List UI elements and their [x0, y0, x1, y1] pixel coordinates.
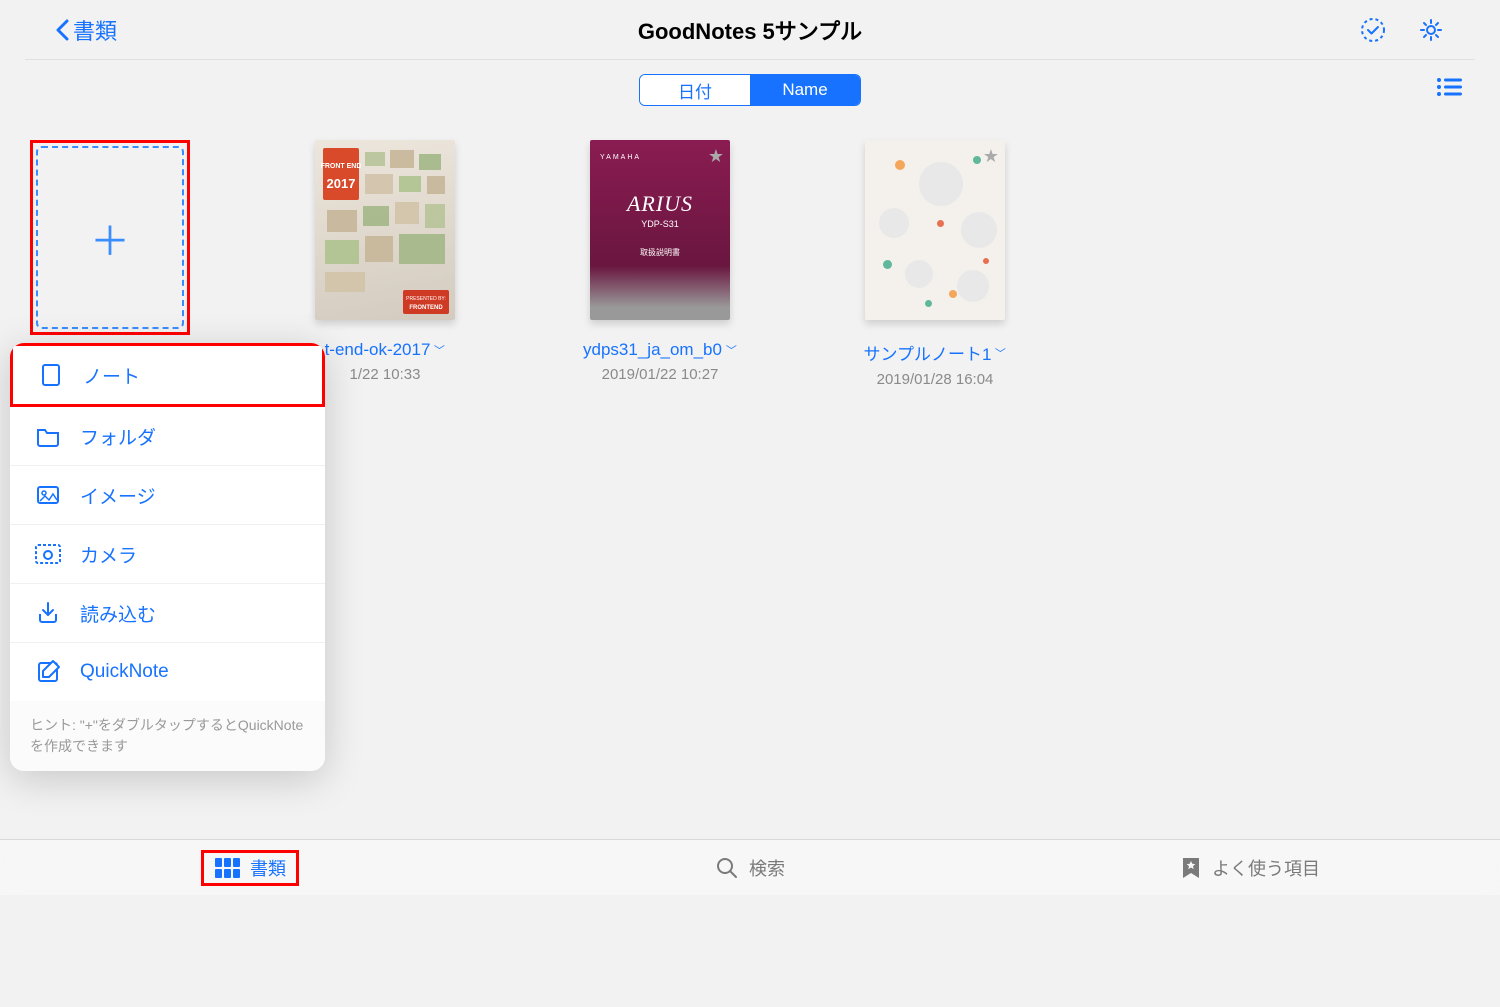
tab-label: 書類	[250, 855, 286, 881]
document-date: 2019/01/28 16:04	[877, 371, 994, 388]
import-icon	[34, 599, 62, 627]
chevron-down-icon: 〉	[723, 345, 739, 356]
menu-label: 読み込む	[80, 600, 156, 627]
bookmark-star-icon	[1180, 856, 1202, 880]
list-view-button[interactable]	[1436, 76, 1462, 105]
quicknote-icon	[34, 658, 62, 686]
folder-icon	[34, 422, 62, 450]
cover-sub: YDP-S31	[641, 219, 679, 229]
dashed-check-icon	[1360, 17, 1386, 43]
new-item-button[interactable]: ＋	[36, 146, 184, 329]
svg-text:PRESENTED BY:: PRESENTED BY:	[406, 296, 446, 302]
sort-date[interactable]: 日付	[640, 75, 750, 105]
tab-label: よく使う項目	[1212, 855, 1320, 881]
menu-note[interactable]: ノート	[10, 343, 325, 407]
svg-text:FRONTEND: FRONTEND	[409, 305, 443, 311]
star-icon: ★	[983, 146, 999, 167]
select-button[interactable]	[1359, 16, 1387, 44]
grid-item: FRONT END 2017 PRESENTED BY: FRONTEND t-…	[305, 140, 465, 388]
tab-favorites[interactable]: よく使う項目	[1000, 840, 1500, 895]
chevron-down-icon: 〉	[432, 345, 448, 356]
sort-name[interactable]: Name	[750, 75, 860, 105]
menu-label: ノート	[83, 362, 140, 389]
document-cover[interactable]: ★	[865, 140, 1005, 320]
image-icon	[34, 481, 62, 509]
grid-icon	[214, 857, 240, 879]
star-icon: ★	[708, 146, 724, 167]
new-item-popover: ノート フォルダ イメージ カメラ 読み込む QuickNote ヒント: "+…	[10, 343, 325, 771]
menu-label: QuickNote	[80, 661, 169, 683]
document-date: 2019/01/22 10:27	[602, 366, 719, 383]
bottom-padding	[0, 895, 1500, 1007]
plus-icon: ＋	[90, 209, 130, 267]
menu-import[interactable]: 読み込む	[10, 584, 325, 643]
document-title[interactable]: サンプルノート1 〉	[864, 340, 1007, 365]
grid-item: ★ サンプルノート1 〉 2019/01/28 16:04	[855, 140, 1015, 388]
grid-item: ★ YAMAHA ARIUS YDP-S31 取扱説明書 ydps31_ja_o…	[580, 140, 740, 388]
chevron-down-icon: 〉	[993, 347, 1009, 358]
new-item-slot: ＋	[30, 140, 190, 335]
cover-art-icon: FRONT END 2017 PRESENTED BY: FRONTEND	[315, 140, 455, 320]
document-title[interactable]: t-end-ok-2017 〉	[325, 340, 446, 360]
sort-segmented: 日付 Name	[639, 74, 861, 106]
svg-text:2017: 2017	[327, 176, 356, 191]
gear-icon	[1418, 17, 1444, 43]
highlight-new: ＋	[30, 140, 190, 335]
search-icon	[715, 856, 739, 880]
header-bar: 書類 GoodNotes 5サンプル	[25, 0, 1475, 60]
back-button[interactable]: 書類	[55, 14, 117, 46]
chevron-left-icon	[55, 19, 69, 41]
menu-label: フォルダ	[80, 423, 156, 450]
document-cover[interactable]: ★ YAMAHA ARIUS YDP-S31 取扱説明書	[590, 140, 730, 320]
cover-brand: YAMAHA	[600, 154, 641, 161]
tab-search[interactable]: 検索	[500, 840, 1000, 895]
menu-label: カメラ	[80, 541, 137, 568]
list-icon	[1436, 76, 1462, 98]
menu-quicknote[interactable]: QuickNote	[10, 643, 325, 701]
cover-model: ARIUS	[627, 191, 693, 217]
sort-bar: 日付 Name	[0, 60, 1500, 120]
svg-text:FRONT END: FRONT END	[321, 163, 362, 170]
tab-bar: 書類 検索 よく使う項目	[0, 839, 1500, 895]
highlight-tab-docs: 書類	[201, 850, 299, 886]
document-title[interactable]: ydps31_ja_om_b0 〉	[583, 340, 737, 360]
back-label: 書類	[73, 14, 117, 46]
cover-manual: 取扱説明書	[640, 247, 680, 258]
menu-label: イメージ	[80, 482, 156, 509]
menu-camera[interactable]: カメラ	[10, 525, 325, 584]
menu-hint: ヒント: "+"をダブルタップするとQuickNoteを作成できます	[10, 701, 325, 771]
note-icon	[37, 361, 65, 389]
page-title: GoodNotes 5サンプル	[638, 14, 862, 46]
tab-area: 書類 検索 よく使う項目	[0, 839, 1500, 1007]
header-actions	[1359, 16, 1445, 44]
menu-folder[interactable]: フォルダ	[10, 407, 325, 466]
tab-documents[interactable]: 書類	[0, 840, 500, 895]
settings-button[interactable]	[1417, 16, 1445, 44]
document-cover[interactable]: FRONT END 2017 PRESENTED BY: FRONTEND	[315, 140, 455, 320]
document-date: 1/22 10:33	[350, 366, 421, 383]
tab-label: 検索	[749, 855, 785, 881]
camera-icon	[34, 540, 62, 568]
menu-image[interactable]: イメージ	[10, 466, 325, 525]
